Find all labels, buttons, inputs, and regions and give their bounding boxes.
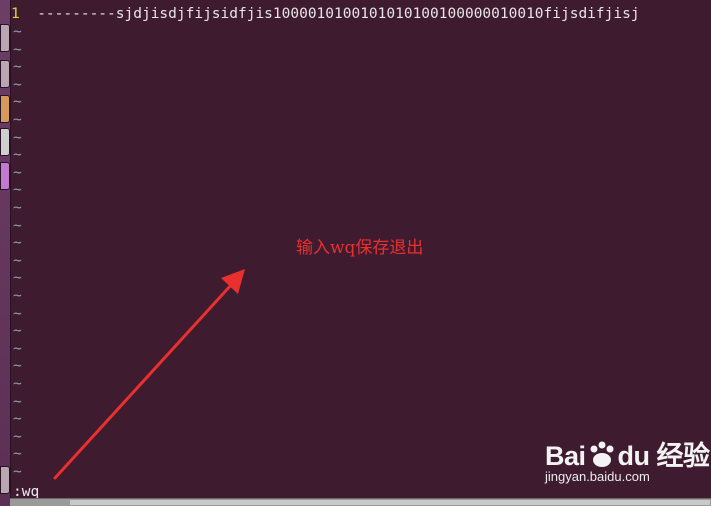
empty-line-tilde: ~ <box>13 59 22 76</box>
empty-line-tilde: ~ <box>13 323 22 340</box>
launcher-app-icon[interactable] <box>0 162 10 190</box>
empty-line-tilde: ~ <box>13 200 22 216</box>
launcher-app-icon[interactable] <box>0 60 10 88</box>
launcher-app-icon[interactable] <box>0 24 10 52</box>
empty-line-tilde: ~ <box>13 76 22 93</box>
empty-line-tilde: ~ <box>13 411 22 428</box>
empty-line-tilde: ~ <box>13 428 22 445</box>
empty-line-tilde: ~ <box>13 270 22 287</box>
launcher-app-icon[interactable] <box>0 95 10 123</box>
empty-line-tilde: ~ <box>13 464 22 480</box>
empty-line-tilde: ~ <box>13 129 22 146</box>
empty-line-tilde: ~ <box>13 252 22 269</box>
empty-line-tilde: ~ <box>13 112 22 128</box>
baidu-watermark: Bai du 经验 jingyan.baidu.com <box>545 430 710 490</box>
empty-line-tilde: ~ <box>13 446 22 463</box>
empty-line-tilde: ~ <box>13 393 22 410</box>
empty-line-tilde: ~ <box>13 235 22 252</box>
empty-line-tilde: ~ <box>13 358 22 375</box>
empty-line-tilde: ~ <box>13 182 22 199</box>
empty-line-tilde: ~ <box>13 376 22 392</box>
empty-line-tilde: ~ <box>13 147 22 164</box>
line-number: 1 <box>11 6 20 22</box>
scrollbar-thumb[interactable] <box>70 500 710 505</box>
annotation-label: 输入wq保存退出 <box>296 238 424 258</box>
watermark-brand: Bai du 经验 <box>545 441 710 471</box>
line-text: ---------sjdjisdjfijsidfjis1000010100101… <box>37 6 640 22</box>
empty-line-tilde: ~ <box>13 94 22 111</box>
empty-line-tilde: ~ <box>13 24 22 40</box>
trash-icon[interactable] <box>0 466 10 494</box>
empty-line-tilde: ~ <box>13 164 22 181</box>
empty-line-tilde: ~ <box>13 217 22 234</box>
editor-line-1: 1 ---------sjdjisdjfijsidfjis10000101001… <box>11 5 640 23</box>
watermark-url: jingyan.baidu.com <box>545 469 650 484</box>
paw-icon <box>590 441 614 467</box>
horizontal-scrollbar[interactable] <box>10 498 711 506</box>
empty-line-tilde: ~ <box>13 41 22 58</box>
empty-line-tilde: ~ <box>13 340 22 357</box>
settings-icon[interactable] <box>0 128 10 156</box>
launcher-sidebar <box>0 0 11 506</box>
empty-line-tilde: ~ <box>13 288 22 304</box>
empty-line-tilde: ~ <box>13 305 22 322</box>
